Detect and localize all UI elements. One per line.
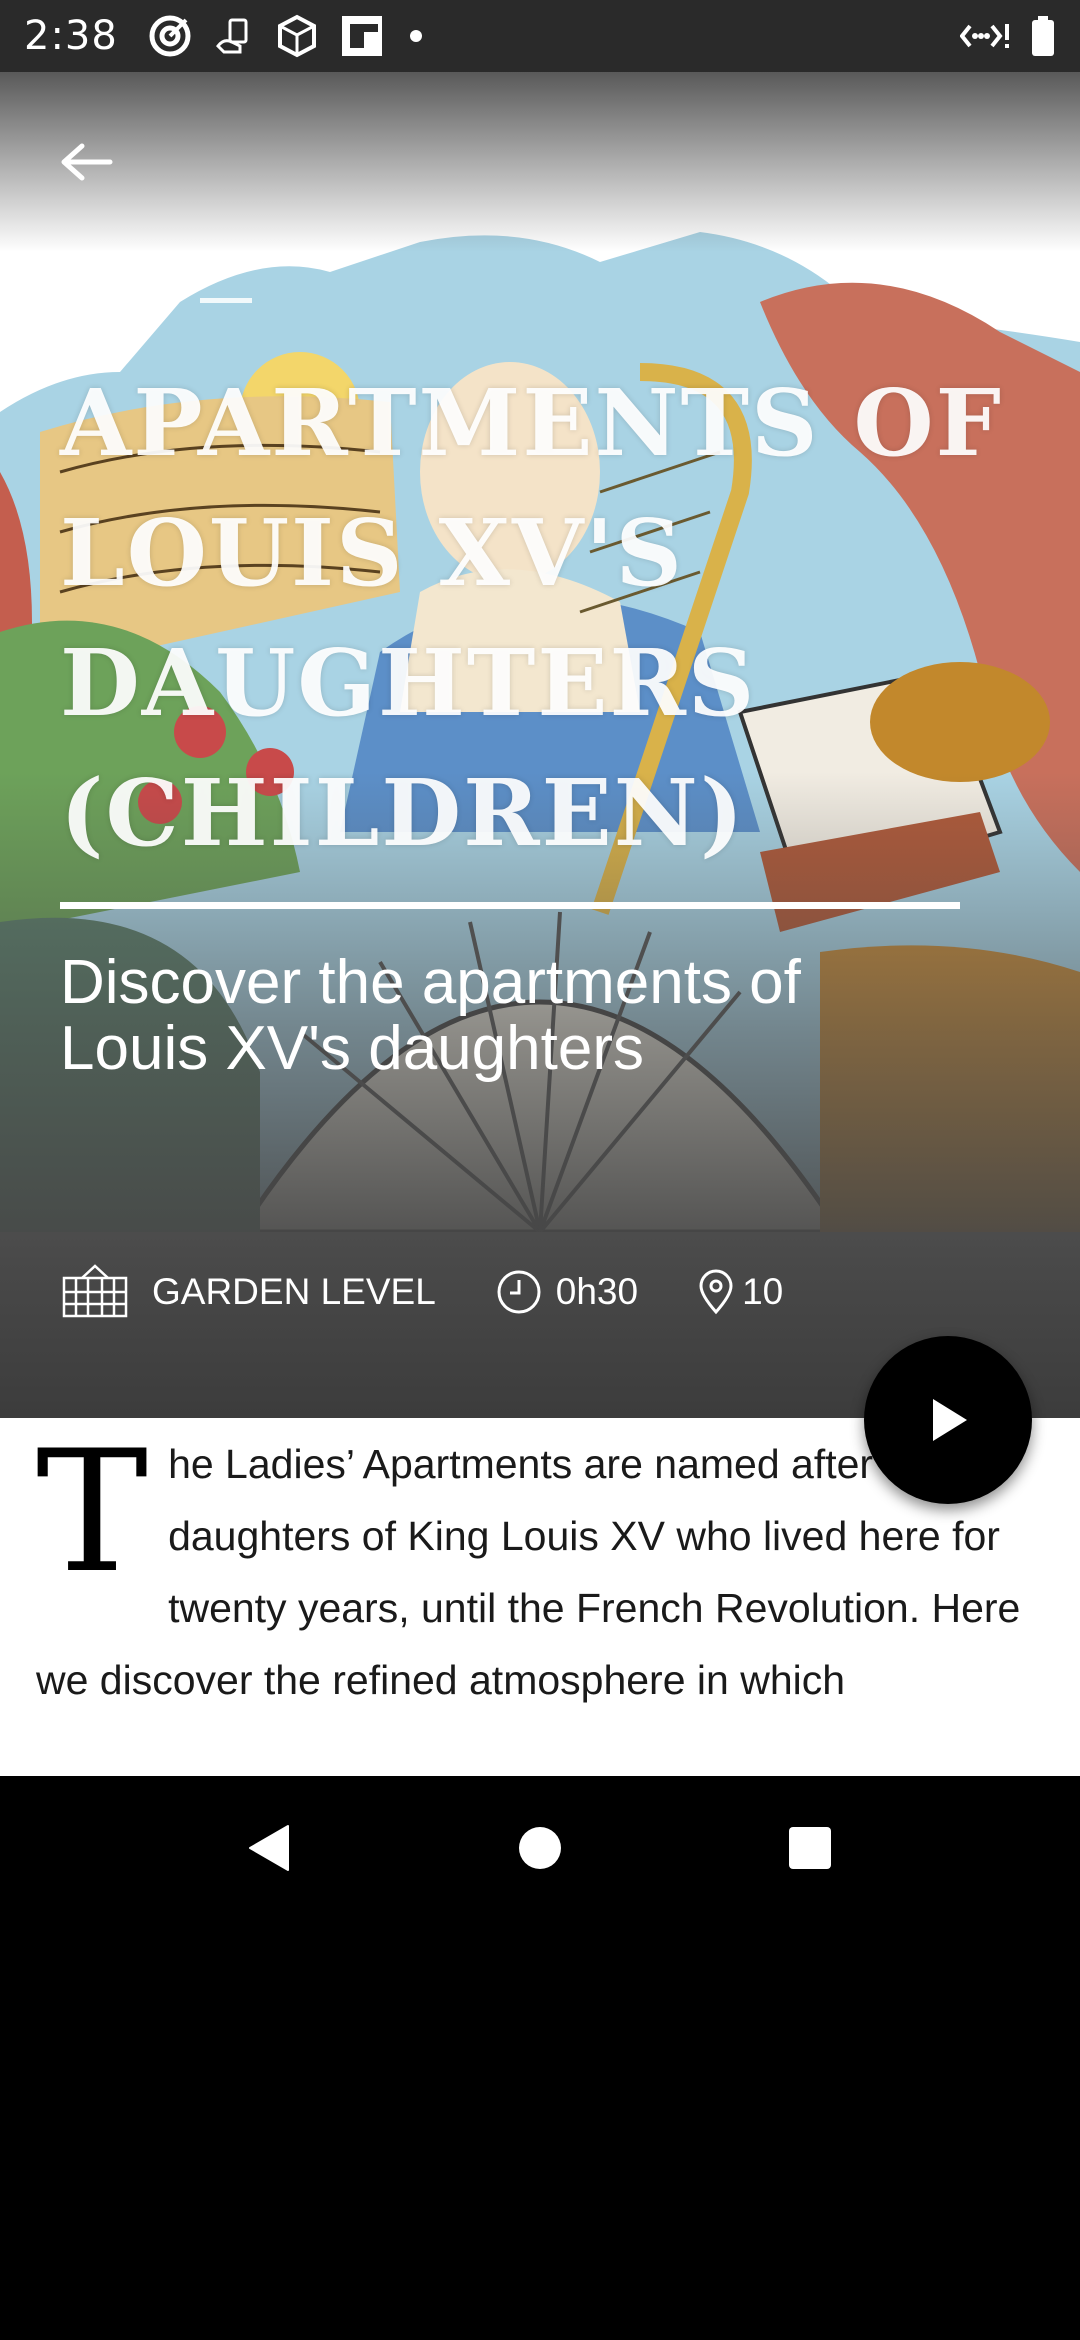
meta-duration-label: 0h30 [555, 1271, 639, 1312]
play-icon [925, 1395, 971, 1445]
nav-recents-button[interactable] [740, 1776, 880, 1920]
hero-accent-bar [200, 298, 252, 303]
cube-icon [276, 14, 318, 58]
system-navigation-bar [0, 1776, 1080, 1920]
page-title: Apartments of Louis XV's Daughters (Chil… [60, 369, 1003, 867]
meta-stops: 10 [698, 1269, 783, 1315]
palace-icon [60, 1262, 130, 1322]
description-body: he Ladies’ Apartments are named after th… [36, 1441, 1021, 1703]
hero-top-gradient [0, 72, 1080, 252]
back-button[interactable] [48, 124, 124, 200]
page-subtitle: Discover the apartments of Louis XV's da… [60, 948, 801, 1083]
triangle-back-icon [244, 1822, 292, 1874]
status-bar: 2:38 [0, 0, 1080, 72]
arrow-left-icon [58, 140, 114, 184]
map-pin-icon [698, 1269, 734, 1315]
status-time: 2:38 [24, 13, 118, 59]
tour-meta: GARDEN LEVEL 0h30 10 [60, 1252, 783, 1332]
nav-home-button[interactable] [470, 1776, 610, 1920]
wifi-signal-icon [960, 18, 1012, 54]
meta-duration: 0h30 [496, 1269, 638, 1315]
meta-location: GARDEN LEVEL [60, 1262, 436, 1322]
title-divider [60, 902, 960, 909]
flipboard-icon [340, 14, 384, 58]
status-notification-icons [148, 14, 426, 58]
play-button[interactable] [864, 1336, 1032, 1504]
hero-section: Apartments of Louis XV's Daughters (Chil… [0, 72, 1080, 1418]
square-recents-icon [787, 1825, 833, 1871]
target-icon [148, 14, 192, 58]
clock-icon [496, 1269, 542, 1315]
nav-back-button[interactable] [198, 1776, 338, 1920]
hand-notification-icon [214, 16, 254, 56]
dot-icon [406, 26, 426, 46]
status-system-icons [960, 0, 1056, 72]
meta-location-label: GARDEN LEVEL [152, 1271, 436, 1312]
circle-home-icon [517, 1825, 563, 1871]
meta-stops-label: 10 [742, 1271, 784, 1312]
drop-cap: T [36, 1418, 149, 1610]
battery-icon [1030, 14, 1056, 58]
